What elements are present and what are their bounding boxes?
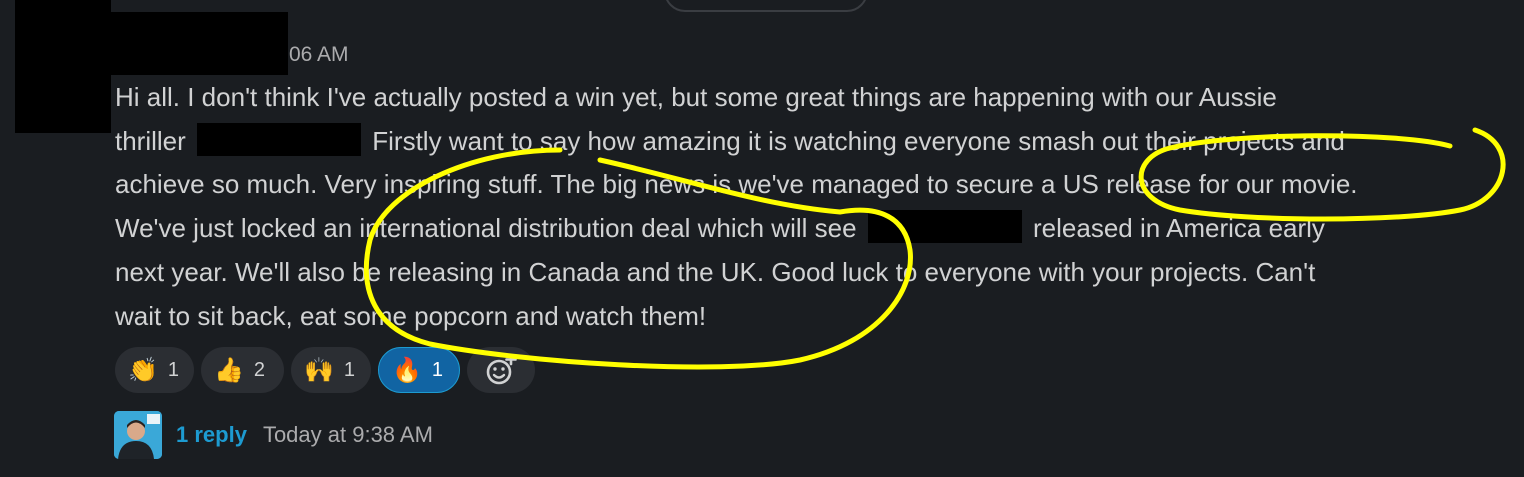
fire-icon: 🔥	[392, 356, 422, 384]
message-line: achieve so much. Very inspiring stuff. T…	[115, 169, 1358, 200]
reaction-count: 2	[253, 358, 266, 381]
redacted-movie-title	[867, 210, 1022, 244]
thread-summary[interactable]: 1 reply Today at 9:38 AM	[114, 411, 433, 459]
raised-hands-icon: 🙌	[304, 356, 334, 384]
reaction-count: 1	[167, 358, 180, 381]
last-reply-time: Today at 9:38 AM	[262, 422, 433, 447]
message-text: Firstly want to say how amazing it is wa…	[372, 125, 1345, 156]
reaction-clap[interactable]: 👏 1	[115, 347, 194, 393]
reaction-count: 1	[343, 358, 356, 381]
thumbs-up-icon: 👍	[214, 356, 244, 384]
redacted-movie-title	[197, 122, 362, 156]
reaction-bar: 👏 1 👍 2 🙌 1 🔥 1	[115, 347, 535, 393]
add-emoji-icon	[486, 353, 517, 385]
message-line: Hi all. I don't think I've actually post…	[115, 82, 1277, 112]
reaction-fire[interactable]: 🔥 1	[378, 347, 460, 393]
add-reaction-button[interactable]	[467, 347, 535, 393]
message-text: thriller	[115, 125, 186, 156]
message-line: We've just locked an international distr…	[115, 207, 1515, 251]
reaction-count: 1	[431, 358, 444, 381]
redacted-avatar	[15, 0, 111, 133]
message-line: wait to sit back, eat some popcorn and w…	[115, 300, 707, 331]
clapping-hands-icon: 👏	[128, 356, 158, 384]
reply-avatar	[114, 411, 162, 459]
reaction-raised-hands[interactable]: 🙌 1	[291, 347, 371, 393]
message-timestamp[interactable]: 06 AM	[289, 43, 349, 67]
message-body: Hi all. I don't think I've actually post…	[115, 76, 1515, 338]
redacted-sender-name	[111, 12, 288, 75]
new-messages-pill[interactable]	[664, 0, 868, 12]
message-text: We've just locked an international distr…	[115, 213, 857, 244]
message-text: released in America early	[1033, 213, 1325, 244]
message-line: thriller Firstly want to say how amazing…	[115, 120, 1515, 164]
message-line: next year. We'll also be releasing in Ca…	[115, 256, 1316, 287]
reply-count-link[interactable]: 1 reply	[176, 422, 247, 448]
reaction-thumbs-up[interactable]: 👍 2	[201, 347, 284, 393]
